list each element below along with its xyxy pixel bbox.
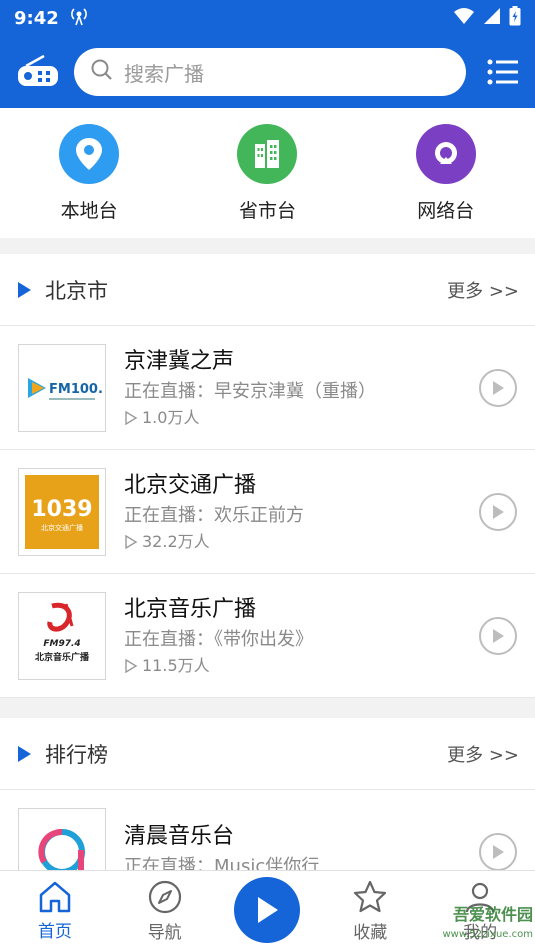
station-name: 京津冀之声 [124, 348, 235, 374]
logo-text: 1039 [31, 497, 92, 522]
triangle-marker-icon [18, 281, 31, 298]
play-icon [493, 504, 504, 519]
category-label: 网络台 [417, 199, 475, 222]
home-icon [39, 881, 71, 913]
location-icon [59, 123, 120, 184]
play-icon [493, 844, 504, 859]
listener-count-value: 11.5万人 [142, 655, 210, 675]
hotspot-icon [69, 6, 89, 30]
building-icon [237, 123, 298, 184]
list-item[interactable]: FM97.4 北京音乐广播 北京音乐广播 正在直播：《带你出发》 11.5万人 [0, 574, 535, 698]
network-icon [415, 123, 476, 184]
app-header: 搜索广播 [0, 36, 535, 108]
battery-icon [509, 6, 521, 30]
station-name: 清晨音乐台 [124, 823, 235, 849]
section-title: 排行榜 [45, 742, 108, 767]
section-title: 北京市 [45, 278, 108, 303]
now-playing: 正在直播：欢乐正前方 [124, 504, 304, 526]
section-header: 排行榜 更多 >> [0, 718, 535, 790]
now-playing: 正在直播：《带你出发》 [124, 628, 313, 650]
nav-navigation[interactable]: 导航 [125, 880, 205, 943]
more-link[interactable]: 更多 >> [447, 741, 519, 767]
status-bar: 9:42 [0, 0, 535, 36]
wifi-icon [453, 7, 475, 29]
logo-text: FM100.6 [49, 382, 102, 397]
play-icon [493, 628, 504, 643]
category-label: 省市台 [238, 199, 296, 222]
watermark: 吾爱软件园 www.52zixue.com [405, 905, 534, 947]
nav-label: 导航 [147, 923, 182, 943]
search-placeholder: 搜索广播 [124, 61, 204, 86]
main-play-button[interactable] [234, 876, 301, 943]
play-button[interactable] [479, 616, 517, 655]
station-name: 北京交通广播 [124, 472, 257, 498]
play-small-icon [125, 410, 138, 425]
play-button[interactable] [479, 368, 517, 407]
list-item[interactable]: 1039 北京交通广播 北京交通广播 正在直播：欢乐正前方 32.2万人 [0, 450, 535, 574]
play-button[interactable] [479, 492, 517, 531]
nav-favorites[interactable]: 收藏 [330, 880, 410, 943]
triangle-marker-icon [18, 745, 31, 762]
play-icon [493, 380, 504, 395]
category-network[interactable]: 网络台 [386, 123, 506, 223]
station-logo: FM100.6 [18, 343, 106, 432]
logo-subtext: 北京交通广播 [41, 523, 83, 532]
listener-count-value: 32.2万人 [142, 531, 210, 551]
status-time: 9:42 [14, 7, 59, 29]
watermark-text: 吾爱软件园 [452, 905, 533, 924]
play-small-icon [125, 534, 138, 549]
category-row: 本地台 省市台 网络台 [0, 108, 535, 238]
listener-count-value: 1.0万人 [142, 407, 200, 427]
play-small-icon [125, 658, 138, 673]
section-header: 北京市 更多 >> [0, 254, 535, 326]
listener-count: 32.2万人 [124, 531, 479, 553]
signal-icon [483, 7, 501, 29]
station-logo: FM97.4 北京音乐广播 [18, 591, 106, 680]
star-icon [354, 880, 387, 913]
listener-count: 11.5万人 [124, 655, 479, 677]
logo-text: FM97.4 [43, 639, 80, 649]
menu-list-icon[interactable] [485, 54, 521, 90]
station-logo: 1039 北京交通广播 [18, 467, 106, 556]
list-item[interactable]: FM100.6 京津冀之声 正在直播：早安京津冀（重播） 1.0万人 [0, 326, 535, 450]
section-beijing: 北京市 更多 >> FM100.6 京津冀之声 正在直播：早安京津冀（重播） 1… [0, 254, 535, 698]
category-local[interactable]: 本地台 [29, 123, 149, 223]
watermark-url: www.52zixue.com [442, 929, 534, 940]
nav-home[interactable]: 首页 [15, 881, 95, 942]
more-link[interactable]: 更多 >> [447, 277, 519, 303]
search-input[interactable]: 搜索广播 [74, 48, 466, 96]
now-playing: 正在直播：早安京津冀（重播） [124, 380, 376, 402]
search-icon [90, 58, 114, 86]
category-province[interactable]: 省市台 [207, 123, 327, 223]
station-name: 北京音乐广播 [124, 596, 257, 622]
play-icon [258, 896, 279, 923]
play-button[interactable] [479, 832, 517, 871]
nav-label: 首页 [37, 922, 72, 942]
nav-label: 收藏 [353, 923, 388, 943]
radio-icon[interactable] [14, 52, 62, 92]
category-label: 本地台 [60, 199, 118, 222]
listener-count: 1.0万人 [124, 407, 479, 429]
logo-subtext: 北京音乐广播 [35, 651, 90, 663]
compass-icon [148, 880, 181, 914]
